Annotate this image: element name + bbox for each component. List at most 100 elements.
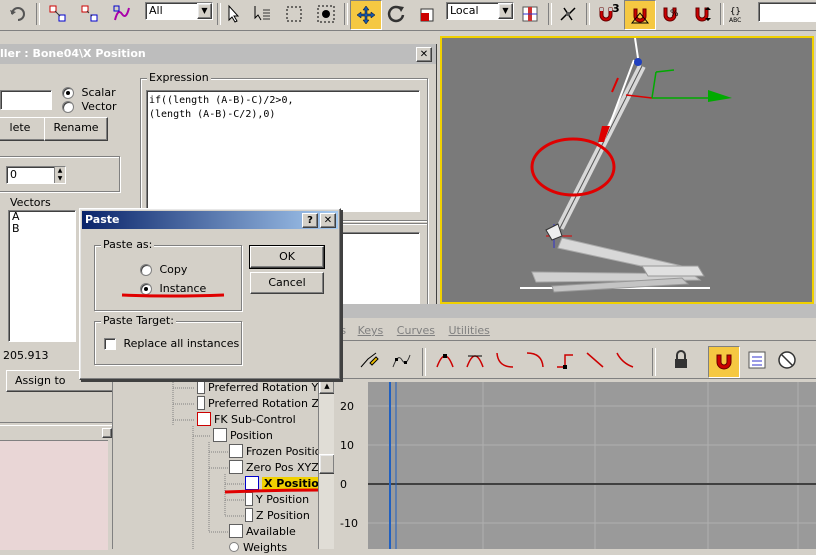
delete-button[interactable]: lete: [0, 117, 46, 141]
unlink-icon[interactable]: [78, 2, 102, 26]
expand-icon[interactable]: [229, 542, 239, 552]
y-tick-20: 20: [340, 400, 354, 413]
scale-icon[interactable]: [416, 2, 440, 26]
tree-item-preferred-rotation-y[interactable]: Preferred Rotation Y: [197, 380, 318, 395]
panel-close-button[interactable]: [102, 428, 112, 438]
select-by-name-icon[interactable]: [250, 2, 274, 26]
close-button[interactable]: ✕: [320, 213, 336, 228]
rename-button[interactable]: Rename: [44, 117, 108, 141]
select-icon[interactable]: [222, 2, 246, 26]
scroll-thumb[interactable]: [319, 454, 335, 474]
tree-item-preferred-rotation-z[interactable]: Preferred Rotation Z: [197, 396, 319, 411]
value-spinner[interactable]: 0 ▲ ▼: [6, 166, 66, 184]
replace-all-checkbox[interactable]: Replace all instances: [104, 337, 239, 350]
tangent-step-icon[interactable]: [552, 346, 578, 374]
ok-button[interactable]: OK: [249, 245, 325, 269]
percent-snap-icon[interactable]: %: [658, 2, 682, 26]
tangent-auto-icon[interactable]: [432, 346, 458, 374]
name-input[interactable]: [0, 90, 52, 110]
left-panel-strip: [0, 406, 112, 550]
mirror-icon[interactable]: [556, 2, 580, 26]
menu-item-keys[interactable]: Keys: [358, 324, 384, 337]
tree-item-available[interactable]: Available: [229, 524, 296, 539]
expression-textarea[interactable]: if((length (A-B)-C)/2>0, (length (A-B)-C…: [146, 90, 420, 212]
spinner-arrows-icon[interactable]: ▲ ▼: [54, 167, 65, 183]
perspective-viewport[interactable]: [440, 36, 814, 304]
pivot-icon[interactable]: [518, 2, 542, 26]
scalar-radio-indicator[interactable]: [62, 87, 74, 99]
selection-filter-select[interactable]: All ▼: [145, 2, 213, 20]
reduce-keys-icon[interactable]: [388, 346, 414, 374]
instance-underline: [121, 293, 225, 298]
draw-curve-icon[interactable]: [356, 346, 382, 374]
named-selection-input[interactable]: [758, 2, 816, 22]
separator: [422, 348, 426, 376]
pink-panel: [0, 440, 108, 550]
curve-graph[interactable]: [368, 382, 816, 549]
bind-spacewarp-icon[interactable]: [110, 2, 134, 26]
position-xyz-icon: [229, 460, 243, 474]
menu-item-curves[interactable]: Curves: [397, 324, 435, 337]
tree-item-z-position[interactable]: Z Position: [245, 508, 310, 523]
cancel-button[interactable]: Cancel: [250, 272, 324, 294]
tangent-slow-icon[interactable]: [522, 346, 548, 374]
spinner-snap-icon[interactable]: [690, 2, 714, 26]
lock-tangents-icon[interactable]: [668, 346, 694, 374]
svg-text:ABC: ABC: [729, 17, 741, 24]
angle-snap-icon[interactable]: [624, 0, 656, 30]
chevron-down-icon[interactable]: ▼: [197, 3, 212, 19]
snap-frames-icon[interactable]: [708, 346, 740, 378]
tree-scrollbar[interactable]: ▲: [318, 378, 335, 549]
copy-radio-indicator[interactable]: [140, 264, 152, 276]
paste-titlebar[interactable]: Paste ? ✕: [82, 211, 338, 229]
snap-dimension-label: 3: [612, 2, 620, 15]
vector-radio-indicator[interactable]: [62, 101, 74, 113]
spinner-value: 0: [10, 168, 17, 181]
float-controller-icon: [245, 508, 253, 522]
position-list-icon: [213, 428, 227, 442]
filter-icon[interactable]: [774, 346, 800, 374]
tree-item-weights[interactable]: Weights: [229, 540, 287, 555]
position-xyz-icon: [229, 444, 243, 458]
vectors-list[interactable]: A B: [8, 210, 76, 342]
copy-radio[interactable]: Copy: [140, 263, 187, 276]
menu-item-utilities[interactable]: Utilities: [448, 324, 489, 337]
tangent-smooth-icon[interactable]: [612, 346, 638, 374]
tree-item-fk-sub-control[interactable]: FK Sub-Control: [197, 412, 296, 427]
rect-region-icon[interactable]: [282, 2, 306, 26]
reference-coord-select[interactable]: Local ▼: [446, 2, 514, 20]
named-selection-icon[interactable]: {} ABC: [726, 2, 750, 26]
paste-title: Paste: [85, 213, 120, 226]
tree-item-frozen-position[interactable]: Frozen Position: [229, 444, 328, 459]
rotate-icon[interactable]: [384, 2, 408, 26]
show-keyable-icon[interactable]: [744, 346, 770, 374]
tree-item-x-position[interactable]: X Position: [245, 476, 329, 491]
close-button[interactable]: ✕: [416, 47, 432, 62]
undo-icon[interactable]: [6, 2, 30, 26]
tangent-fast-icon[interactable]: [492, 346, 518, 374]
checkbox-box[interactable]: [104, 338, 116, 350]
vector-radio[interactable]: Vector: [62, 100, 117, 113]
chevron-down-icon[interactable]: ▼: [498, 3, 513, 19]
help-button[interactable]: ?: [302, 213, 318, 228]
controller-icon: [197, 380, 205, 394]
link-icon[interactable]: [46, 2, 70, 26]
window-crossing-icon[interactable]: [314, 2, 338, 26]
main-toolbar: All ▼ Local ▼ 3 % {} ABC: [0, 0, 816, 31]
tree-item-y-position[interactable]: Y Position: [245, 492, 309, 507]
separator: [548, 3, 552, 25]
move-icon[interactable]: [350, 0, 382, 30]
float-controller-icon: [245, 492, 253, 506]
scroll-up-icon[interactable]: ▲: [319, 378, 335, 394]
scalar-radio[interactable]: Scalar: [62, 86, 116, 99]
vector-item-b[interactable]: B: [9, 223, 75, 235]
dialog-titlebar[interactable]: ller : Bone04\X Position ✕: [0, 44, 436, 64]
paste-as-label: Paste as:: [101, 238, 155, 251]
tree-item-zero-pos-xyz[interactable]: Zero Pos XYZ: [229, 460, 319, 475]
paste-target-label: Paste Target:: [101, 314, 176, 327]
tree-item-position[interactable]: Position: [213, 428, 273, 443]
vector-label: Vector: [81, 100, 117, 113]
tangent-custom-icon[interactable]: [462, 346, 488, 374]
tangent-linear-icon[interactable]: [582, 346, 608, 374]
controller-tree[interactable]: Preferred Rotation Y Preferred Rotation …: [112, 378, 339, 554]
